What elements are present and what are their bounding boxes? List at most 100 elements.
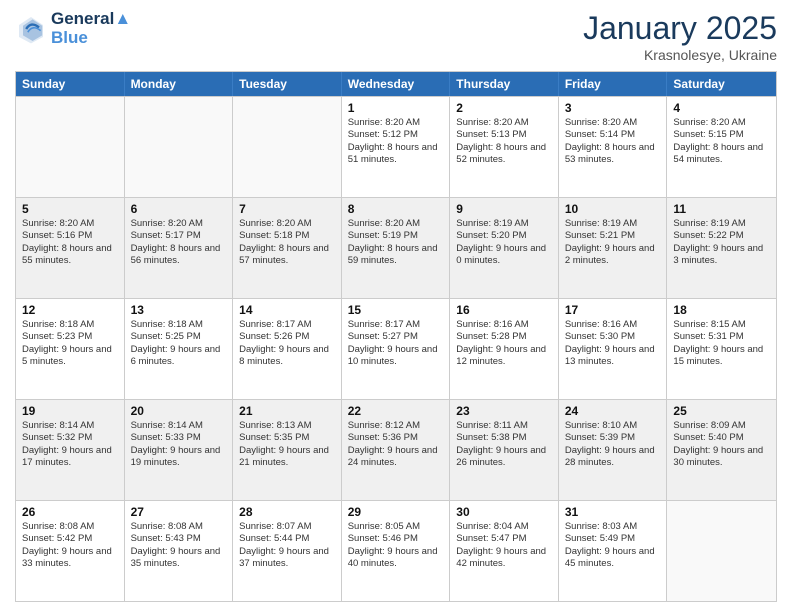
calendar-cell: 23Sunrise: 8:11 AM Sunset: 5:38 PM Dayli…	[450, 400, 559, 500]
calendar-cell: 5Sunrise: 8:20 AM Sunset: 5:16 PM Daylig…	[16, 198, 125, 298]
day-number: 26	[22, 505, 118, 519]
day-number: 12	[22, 303, 118, 317]
weekday-header: Friday	[559, 72, 668, 96]
calendar-cell: 14Sunrise: 8:17 AM Sunset: 5:26 PM Dayli…	[233, 299, 342, 399]
cell-text: Sunrise: 8:17 AM Sunset: 5:26 PM Dayligh…	[239, 319, 335, 368]
day-number: 21	[239, 404, 335, 418]
calendar-cell: 11 Sunrise: 8:19 AM Sunset: 5:22 PM Dayli…	[667, 198, 776, 298]
calendar-cell: 19Sunrise: 8:14 AM Sunset: 5:32 PM Dayli…	[16, 400, 125, 500]
day-number: 3	[565, 101, 661, 115]
logo-line2: Blue	[51, 29, 131, 48]
day-number: 30	[456, 505, 552, 519]
calendar-cell: 30 Sunrise: 8:04 AM Sunset: 5:47 PM Dayli…	[450, 501, 559, 601]
cell-text: Sunrise: 8:12 AM Sunset: 5:36 PM Dayligh…	[348, 420, 444, 469]
cell-text: Sunrise: 8:17 AM Sunset: 5:27 PM Dayligh…	[348, 319, 444, 368]
month-title: January 2025	[583, 10, 777, 47]
calendar-cell: 10Sunrise: 8:19 AM Sunset: 5:21 PM Dayli…	[559, 198, 668, 298]
cell-text: Sunrise: 8:20 AM Sunset: 5:12 PM Dayligh…	[348, 117, 444, 166]
calendar-cell: 9 Sunrise: 8:19 AM Sunset: 5:20 PM Daylig…	[450, 198, 559, 298]
weekday-header: Wednesday	[342, 72, 451, 96]
calendar-cell: 6 Sunrise: 8:20 AM Sunset: 5:17 PM Daylig…	[125, 198, 234, 298]
calendar-cell: 16 Sunrise: 8:16 AM Sunset: 5:28 PM Dayli…	[450, 299, 559, 399]
cell-text: Sunrise: 8:13 AM Sunset: 5:35 PM Dayligh…	[239, 420, 335, 469]
day-number: 24	[565, 404, 661, 418]
calendar-cell: 8Sunrise: 8:20 AM Sunset: 5:19 PM Daylig…	[342, 198, 451, 298]
calendar-cell: 20 Sunrise: 8:14 AM Sunset: 5:33 PM Dayli…	[125, 400, 234, 500]
cell-text: Sunrise: 8:08 AM Sunset: 5:43 PM Dayligh…	[131, 521, 227, 570]
day-number: 16	[456, 303, 552, 317]
calendar-row: 26Sunrise: 8:08 AM Sunset: 5:42 PM Dayli…	[16, 500, 776, 601]
calendar-cell: 17Sunrise: 8:16 AM Sunset: 5:30 PM Dayli…	[559, 299, 668, 399]
calendar-cell: 4 Sunrise: 8:20 AM Sunset: 5:15 PM Daylig…	[667, 97, 776, 197]
cell-text: Sunrise: 8:20 AM Sunset: 5:13 PM Dayligh…	[456, 117, 552, 166]
title-area: January 2025 Krasnolesye, Ukraine	[583, 10, 777, 63]
cell-text: Sunrise: 8:20 AM Sunset: 5:14 PM Dayligh…	[565, 117, 661, 166]
calendar-cell: 7 Sunrise: 8:20 AM Sunset: 5:18 PM Daylig…	[233, 198, 342, 298]
calendar-cell	[667, 501, 776, 601]
weekday-header: Sunday	[16, 72, 125, 96]
calendar-cell	[125, 97, 234, 197]
cell-text: Sunrise: 8:20 AM Sunset: 5:17 PM Dayligh…	[131, 218, 227, 267]
page-header: General▲ Blue January 2025 Krasnolesye, …	[15, 10, 777, 63]
cell-text: Sunrise: 8:20 AM Sunset: 5:15 PM Dayligh…	[673, 117, 770, 166]
weekday-header: Tuesday	[233, 72, 342, 96]
weekday-header: Thursday	[450, 72, 559, 96]
cell-text: Sunrise: 8:20 AM Sunset: 5:18 PM Dayligh…	[239, 218, 335, 267]
logo-line1: General▲	[51, 10, 131, 29]
calendar: SundayMondayTuesdayWednesdayThursdayFrid…	[15, 71, 777, 602]
cell-text: Sunrise: 8:19 AM Sunset: 5:22 PM Dayligh…	[673, 218, 770, 267]
cell-text: Sunrise: 8:16 AM Sunset: 5:28 PM Dayligh…	[456, 319, 552, 368]
day-number: 31	[565, 505, 661, 519]
weekday-header: Monday	[125, 72, 234, 96]
weekday-header: Saturday	[667, 72, 776, 96]
cell-text: Sunrise: 8:14 AM Sunset: 5:33 PM Dayligh…	[131, 420, 227, 469]
cell-text: Sunrise: 8:09 AM Sunset: 5:40 PM Dayligh…	[673, 420, 770, 469]
day-number: 29	[348, 505, 444, 519]
day-number: 7	[239, 202, 335, 216]
calendar-cell: 31Sunrise: 8:03 AM Sunset: 5:49 PM Dayli…	[559, 501, 668, 601]
calendar-cell	[16, 97, 125, 197]
day-number: 5	[22, 202, 118, 216]
calendar-cell: 2 Sunrise: 8:20 AM Sunset: 5:13 PM Daylig…	[450, 97, 559, 197]
cell-text: Sunrise: 8:14 AM Sunset: 5:32 PM Dayligh…	[22, 420, 118, 469]
day-number: 22	[348, 404, 444, 418]
calendar-cell: 27Sunrise: 8:08 AM Sunset: 5:43 PM Dayli…	[125, 501, 234, 601]
calendar-body: 1 Sunrise: 8:20 AM Sunset: 5:12 PM Daylig…	[16, 96, 776, 601]
day-number: 1	[348, 101, 444, 115]
logo-text-block: General▲ Blue	[51, 10, 131, 47]
day-number: 15	[348, 303, 444, 317]
calendar-cell: 3 Sunrise: 8:20 AM Sunset: 5:14 PM Daylig…	[559, 97, 668, 197]
calendar-row: 12Sunrise: 8:18 AM Sunset: 5:23 PM Dayli…	[16, 298, 776, 399]
cell-text: Sunrise: 8:16 AM Sunset: 5:30 PM Dayligh…	[565, 319, 661, 368]
cell-text: Sunrise: 8:15 AM Sunset: 5:31 PM Dayligh…	[673, 319, 770, 368]
day-number: 20	[131, 404, 227, 418]
cell-text: Sunrise: 8:10 AM Sunset: 5:39 PM Dayligh…	[565, 420, 661, 469]
calendar-cell: 28Sunrise: 8:07 AM Sunset: 5:44 PM Dayli…	[233, 501, 342, 601]
logo: General▲ Blue	[15, 10, 131, 47]
day-number: 11	[673, 202, 770, 216]
cell-text: Sunrise: 8:11 AM Sunset: 5:38 PM Dayligh…	[456, 420, 552, 469]
calendar-cell	[233, 97, 342, 197]
calendar-cell: 15 Sunrise: 8:17 AM Sunset: 5:27 PM Dayli…	[342, 299, 451, 399]
cell-text: Sunrise: 8:04 AM Sunset: 5:47 PM Dayligh…	[456, 521, 552, 570]
day-number: 6	[131, 202, 227, 216]
cell-text: Sunrise: 8:05 AM Sunset: 5:46 PM Dayligh…	[348, 521, 444, 570]
location: Krasnolesye, Ukraine	[583, 47, 777, 63]
calendar-header: SundayMondayTuesdayWednesdayThursdayFrid…	[16, 72, 776, 96]
calendar-cell: 26Sunrise: 8:08 AM Sunset: 5:42 PM Dayli…	[16, 501, 125, 601]
cell-text: Sunrise: 8:18 AM Sunset: 5:25 PM Dayligh…	[131, 319, 227, 368]
logo-icon	[15, 13, 47, 45]
cell-text: Sunrise: 8:07 AM Sunset: 5:44 PM Dayligh…	[239, 521, 335, 570]
cell-text: Sunrise: 8:20 AM Sunset: 5:19 PM Dayligh…	[348, 218, 444, 267]
calendar-page: General▲ Blue January 2025 Krasnolesye, …	[0, 0, 792, 612]
day-number: 13	[131, 303, 227, 317]
day-number: 2	[456, 101, 552, 115]
calendar-cell: 1 Sunrise: 8:20 AM Sunset: 5:12 PM Daylig…	[342, 97, 451, 197]
calendar-row: 1 Sunrise: 8:20 AM Sunset: 5:12 PM Daylig…	[16, 96, 776, 197]
calendar-cell: 13 Sunrise: 8:18 AM Sunset: 5:25 PM Dayli…	[125, 299, 234, 399]
day-number: 9	[456, 202, 552, 216]
day-number: 4	[673, 101, 770, 115]
day-number: 10	[565, 202, 661, 216]
calendar-cell: 22 Sunrise: 8:12 AM Sunset: 5:36 PM Dayli…	[342, 400, 451, 500]
cell-text: Sunrise: 8:19 AM Sunset: 5:20 PM Dayligh…	[456, 218, 552, 267]
